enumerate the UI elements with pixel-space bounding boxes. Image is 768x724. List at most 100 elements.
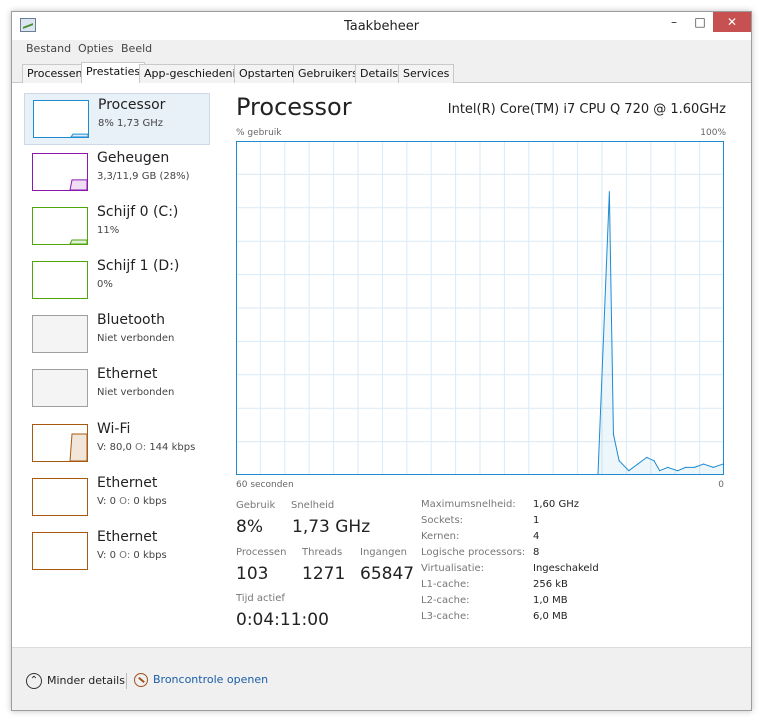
spec-sockets-label: Sockets: (421, 515, 464, 526)
thumbnail-usage-fill (69, 239, 88, 245)
receive-label: O: (119, 496, 131, 507)
uptime-value: 0:04:11:00 (236, 610, 329, 630)
sidebar-item-schijf-0[interactable]: Schijf 0 (C:) 11% (24, 201, 210, 253)
sidebar-item-detail: Niet verbonden (97, 387, 175, 398)
disk-1-thumbnail (32, 261, 88, 299)
tab-bar: Processen Prestaties App-geschiedenis Op… (12, 58, 751, 84)
cpu-usage-point (693, 466, 696, 468)
cpu-usage-point (712, 466, 714, 468)
sidebar-item-ethernet-3[interactable]: Ethernet V: 0 O: 0 kbps (24, 526, 210, 578)
thumbnail-usage-fill (69, 433, 88, 462)
close-button[interactable]: ✕ (713, 12, 751, 32)
sidebar-item-label: Geheugen (97, 150, 170, 166)
spec-l2-value: 1,0 MB (533, 595, 568, 606)
processes-label: Processen (236, 547, 287, 558)
speed-value: 1,73 GHz (292, 517, 371, 537)
processor-thumbnail (33, 100, 89, 138)
cpu-usage-point (659, 470, 661, 472)
sidebar-item-ethernet-1[interactable]: Ethernet Niet verbonden (24, 363, 210, 415)
tab-processen[interactable]: Processen (22, 64, 88, 83)
sidebar-item-ethernet-2[interactable]: Ethernet V: 0 O: 0 kbps (24, 472, 210, 524)
title-bar[interactable]: Taakbeheer – □ ✕ (12, 12, 751, 40)
footer-bar: ⌃ Minder details Broncontrole openen (12, 647, 751, 710)
receive-value: 0 kbps (133, 496, 167, 507)
cpu-usage-point (653, 460, 655, 462)
sidebar-item-geheugen[interactable]: Geheugen 3,3/11,9 GB (28%) (24, 147, 210, 199)
thumbnail-border (32, 369, 88, 407)
sidebar-item-wifi[interactable]: Wi-Fi V: 80,0 O: 144 kbps (24, 418, 210, 470)
wifi-thumbnail (32, 424, 88, 462)
tab-opstarten[interactable]: Opstarten (234, 64, 299, 83)
thumbnail-usage-fill (70, 133, 89, 138)
resource-sidebar: Processor 8% 1,73 GHz Geheugen 3,3/11,9 … (24, 93, 210, 593)
menu-beeld[interactable]: Beeld (121, 42, 152, 55)
spec-l1-value: 256 kB (533, 579, 568, 590)
uptime-label: Tijd actief (236, 593, 285, 604)
cpu-usage-graph (236, 141, 724, 475)
menu-bestand[interactable]: Bestand (26, 42, 71, 55)
cpu-model-name: Intel(R) Core(TM) i7 CPU Q 720 @ 1.60GHz (447, 102, 726, 117)
sidebar-item-detail: 3,3/11,9 GB (28%) (97, 171, 190, 182)
handles-value: 65847 (360, 564, 415, 584)
spec-max-speed-value: 1,60 GHz (533, 499, 579, 510)
thumbnail-border (33, 100, 89, 138)
spec-logical-label: Logische processors: (421, 547, 526, 558)
sidebar-item-detail: V: 80,0 O: 144 kbps (97, 442, 195, 453)
footer-divider (126, 673, 127, 689)
spec-cores-value: 4 (533, 531, 540, 542)
cpu-usage-point (608, 191, 610, 193)
sidebar-item-label: Schijf 0 (C:) (97, 204, 179, 220)
thumbnail-border (32, 478, 88, 516)
tab-details[interactable]: Details (355, 64, 404, 83)
sidebar-item-label: Ethernet (97, 366, 158, 382)
cpu-usage-point (676, 470, 679, 472)
spec-sockets-value: 1 (533, 515, 540, 526)
receive-label: O: (119, 550, 131, 561)
sidebar-item-detail: 0% (97, 279, 113, 290)
cpu-usage-point (646, 456, 648, 458)
sidebar-item-label: Processor (98, 97, 166, 113)
sidebar-item-bluetooth[interactable]: Bluetooth Niet verbonden (24, 309, 210, 361)
sidebar-item-schijf-1[interactable]: Schijf 1 (D:) 0% (24, 255, 210, 307)
cpu-usage-point (722, 463, 724, 465)
receive-value: 144 kbps (149, 442, 196, 453)
x-axis-end-label: 0 (718, 480, 724, 490)
sidebar-item-label: Ethernet (97, 529, 158, 545)
sidebar-item-detail: V: 0 O: 0 kbps (97, 496, 167, 507)
sidebar-item-label: Schijf 1 (D:) (97, 258, 180, 274)
receive-value: 0 kbps (133, 550, 167, 561)
sidebar-item-label: Bluetooth (97, 312, 165, 328)
fewer-details-button[interactable]: ⌃ Minder details (26, 673, 125, 689)
disk-0-thumbnail (32, 207, 88, 245)
tab-gebruikers[interactable]: Gebruikers (293, 64, 363, 83)
cpu-usage-point (667, 466, 669, 468)
cpu-usage-point (597, 473, 599, 475)
usage-value: 8% (236, 517, 263, 537)
sidebar-item-processor[interactable]: Processor 8% 1,73 GHz (24, 93, 210, 145)
spec-l1-label: L1-cache: (421, 579, 470, 590)
tab-services[interactable]: Services (398, 64, 455, 83)
sidebar-item-label: Wi-Fi (97, 421, 131, 437)
spec-cores-label: Kernen: (421, 531, 460, 542)
minimize-button[interactable]: – (661, 12, 687, 32)
send-value: 0 (109, 496, 116, 507)
processes-value: 103 (236, 564, 269, 584)
cpu-usage-point (637, 463, 639, 465)
open-resource-monitor-link[interactable]: Broncontrole openen (134, 673, 268, 687)
thumbnail-border (32, 207, 88, 245)
cpu-usage-point (628, 470, 630, 472)
maximize-button[interactable]: □ (687, 12, 713, 32)
resource-monitor-icon (134, 673, 148, 687)
thumbnail-border (32, 532, 88, 570)
x-axis-label: 60 seconden (236, 480, 294, 490)
send-value: 80,0 (109, 442, 132, 453)
menu-opties[interactable]: Opties (78, 42, 114, 55)
tab-app-geschiedenis[interactable]: App-geschiedenis (139, 64, 247, 83)
thumbnail-border (32, 261, 88, 299)
speed-label: Snelheid (291, 500, 335, 511)
performance-panel: Processor 8% 1,73 GHz Geheugen 3,3/11,9 … (12, 83, 751, 647)
send-label: V: (97, 550, 107, 561)
page-title: Processor (236, 93, 352, 121)
send-value: 0 (109, 550, 116, 561)
tab-prestaties[interactable]: Prestaties (81, 62, 146, 84)
